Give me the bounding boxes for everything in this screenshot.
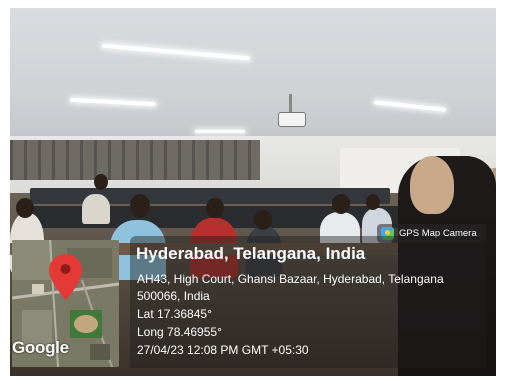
latitude: Lat 17.36845° xyxy=(137,307,212,321)
student-head xyxy=(130,194,150,218)
address-line-1: AH43, High Court, Ghansi Bazaar, Hyderab… xyxy=(137,272,444,286)
google-logo: Google xyxy=(12,338,69,357)
student-head xyxy=(366,194,380,210)
back-windows xyxy=(10,140,260,180)
student-head xyxy=(332,194,350,214)
student-head xyxy=(94,174,108,190)
student-head xyxy=(206,198,224,218)
address-line-2: 500066, India xyxy=(137,289,210,303)
longitude: Long 78.46955° xyxy=(137,325,222,339)
timestamp: 27/04/23 12:08 PM GMT +05:30 xyxy=(137,343,309,357)
student-head xyxy=(254,210,272,230)
projector-mount xyxy=(289,94,292,112)
ceiling-light xyxy=(195,130,245,133)
location-title: Hyderabad, Telangana, India xyxy=(136,244,366,263)
student xyxy=(82,194,110,224)
projector xyxy=(278,112,306,127)
student-head xyxy=(16,198,34,218)
speaker-head xyxy=(410,156,454,214)
